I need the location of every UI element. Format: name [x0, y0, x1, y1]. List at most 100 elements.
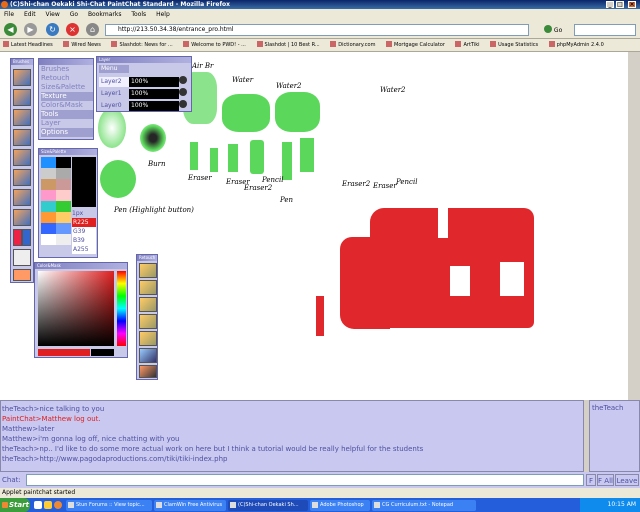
forward-icon[interactable]: ▶ [24, 23, 37, 36]
layer-row[interactable]: Layer0 100% [99, 100, 191, 111]
retouch-tool-button[interactable] [139, 263, 157, 278]
bookmark-item[interactable]: Welcome to PWD! - ... [183, 42, 246, 48]
taskbar-item-active[interactable]: (C)Shi-chan Oekaki Sh... [228, 500, 308, 511]
f-all-button[interactable]: F All [597, 474, 614, 486]
quick-launch-icon[interactable] [34, 501, 42, 509]
bookmark-item[interactable]: Usage Statistics [490, 42, 538, 48]
menu-item-color-mask[interactable]: Color&Mask [41, 101, 93, 110]
brush-size-value[interactable]: 1px [72, 209, 96, 218]
menu-item-layer[interactable]: Layer [41, 119, 93, 128]
fill-tool-button[interactable] [13, 209, 31, 226]
mask-tool-button[interactable] [13, 249, 31, 266]
taskbar-item[interactable]: CG Curriculum.txt - Notepad [372, 500, 476, 511]
swatch[interactable] [41, 234, 56, 245]
stop-icon[interactable]: × [66, 23, 79, 36]
paintchat-canvas[interactable]: Air Br Water Water2 Water2 Eraser Eraser… [0, 52, 640, 400]
swatch[interactable] [56, 234, 71, 245]
bookmark-item[interactable]: ArtTiki [455, 42, 479, 48]
swatch[interactable] [41, 212, 56, 223]
swatch[interactable] [41, 223, 56, 234]
swatch[interactable] [41, 157, 56, 168]
menu-item-options[interactable]: Options [41, 128, 93, 137]
secondary-color[interactable] [91, 349, 114, 356]
swatch[interactable] [56, 223, 71, 234]
bookmark-item[interactable]: Latest Headlines [3, 42, 53, 48]
menu-help[interactable]: Help [156, 11, 170, 18]
layer-row[interactable]: Layer2 100% [99, 76, 191, 87]
quick-launch-icon[interactable] [54, 501, 62, 509]
taskbar-item[interactable]: Stun Forums :: View topic... [66, 500, 152, 511]
brush-tool-button[interactable] [13, 89, 31, 106]
airbrush-tool-button[interactable] [13, 109, 31, 126]
retouch-tool-button[interactable] [139, 280, 157, 295]
menu-file[interactable]: File [4, 11, 14, 18]
chat-input[interactable] [26, 474, 584, 486]
quick-launch-icon[interactable] [44, 501, 52, 509]
color-swatch-button[interactable] [22, 229, 31, 246]
swatch[interactable] [56, 190, 71, 201]
menu-edit[interactable]: Edit [24, 11, 36, 18]
retouch-tool-button[interactable] [139, 331, 157, 346]
menu-tools[interactable]: Tools [131, 11, 146, 18]
blur-tool-button[interactable] [13, 169, 31, 186]
clock[interactable]: 10:15 AM [608, 501, 636, 508]
hue-slider[interactable] [117, 271, 126, 346]
url-bar[interactable]: http://213.50.34.38/entrance_pro.html [105, 24, 529, 36]
f-button[interactable]: F [586, 474, 596, 486]
swatch[interactable] [41, 179, 56, 190]
search-input[interactable] [574, 24, 636, 36]
layer-row[interactable]: Layer1 100% [99, 88, 191, 99]
red-value[interactable]: R225 [72, 218, 96, 227]
eraser-tool-button[interactable] [13, 149, 31, 166]
alpha-value[interactable]: A255 [72, 245, 96, 254]
menu-go[interactable]: Go [70, 11, 78, 18]
layer-visibility-icon[interactable] [179, 88, 187, 96]
layer-visibility-icon[interactable] [179, 100, 187, 108]
leave-button[interactable]: Leave [615, 474, 639, 486]
swatch[interactable] [56, 201, 71, 212]
start-button[interactable]: Start [0, 498, 30, 512]
menu-item-texture[interactable]: Texture [41, 92, 93, 101]
swatch[interactable] [41, 168, 56, 179]
current-color[interactable] [38, 349, 90, 356]
minimize-button[interactable]: _ [606, 1, 614, 8]
go-button[interactable]: Go [544, 25, 564, 35]
layer-opacity[interactable]: 100% [129, 89, 179, 99]
burn-tool-button[interactable] [13, 189, 31, 206]
swatch[interactable] [41, 201, 56, 212]
blue-value[interactable]: B39 [72, 236, 96, 245]
swatch[interactable] [56, 168, 71, 179]
bookmark-item[interactable]: Slashdot | 10 Best R... [257, 42, 320, 48]
color-picker-area[interactable] [38, 271, 114, 346]
bookmark-item[interactable]: Mortgage Calculator [386, 42, 445, 48]
layer-visibility-icon[interactable] [179, 76, 187, 84]
swatch[interactable] [41, 190, 56, 201]
color-swatch-button[interactable] [13, 229, 22, 246]
water-tool-button[interactable] [13, 129, 31, 146]
swatch[interactable] [56, 157, 71, 168]
menu-item-brushes[interactable]: Brushes [41, 65, 93, 74]
swatch[interactable] [56, 179, 71, 190]
back-icon[interactable]: ◀ [4, 23, 17, 36]
layer-menu-button[interactable]: Menu [99, 65, 129, 73]
close-button[interactable]: × [628, 1, 636, 8]
home-icon[interactable]: ⌂ [86, 23, 99, 36]
retouch-tool-button[interactable] [139, 314, 157, 329]
retouch-tool-button[interactable] [139, 365, 157, 378]
retouch-tool-button[interactable] [139, 348, 157, 363]
menu-view[interactable]: View [46, 11, 60, 18]
bookmark-item[interactable]: Dictionary.com [330, 42, 375, 48]
size-preview[interactable] [72, 157, 96, 207]
maximize-button[interactable]: □ [616, 1, 624, 8]
menu-item-retouch[interactable]: Retouch [41, 74, 93, 83]
menu-item-tools[interactable]: Tools [41, 110, 93, 119]
options-tool-button[interactable] [13, 269, 31, 281]
menu-bookmarks[interactable]: Bookmarks [88, 11, 122, 18]
layer-opacity[interactable]: 100% [129, 101, 179, 111]
pen-tool-button[interactable] [13, 69, 31, 86]
swatch[interactable] [56, 212, 71, 223]
green-value[interactable]: G39 [72, 227, 96, 236]
menu-item-size-palette[interactable]: Size&Palette [41, 83, 93, 92]
bookmark-item[interactable]: phpMyAdmin 2.4.0 [549, 42, 604, 48]
reload-icon[interactable]: ↻ [46, 23, 59, 36]
